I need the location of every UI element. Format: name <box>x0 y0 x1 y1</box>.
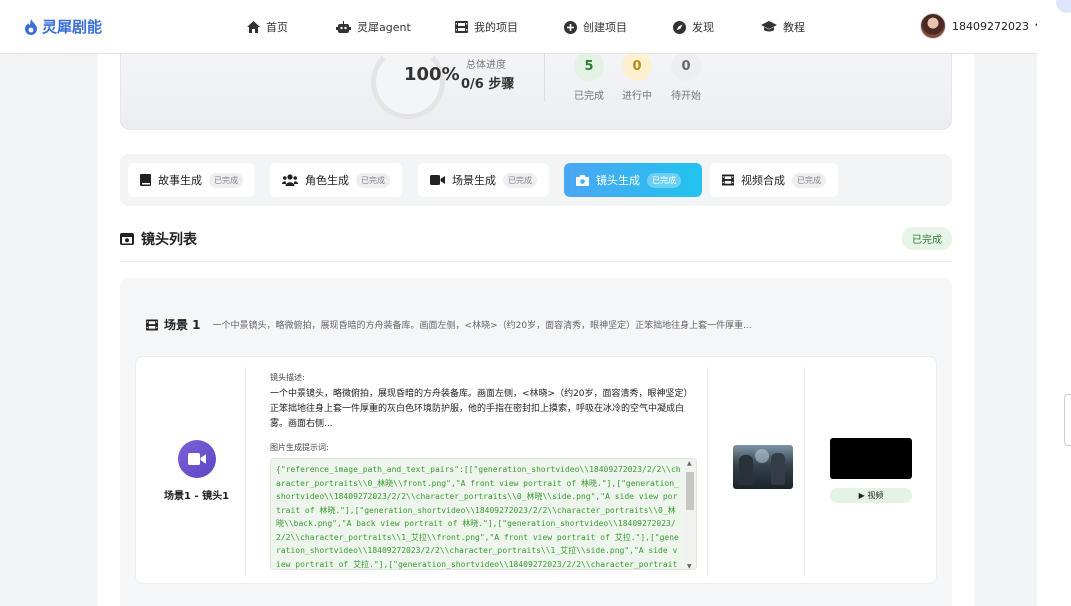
book-icon <box>140 174 151 186</box>
divider <box>245 367 246 577</box>
stat-in-progress-label: 进行中 <box>622 91 652 102</box>
camera-retro-icon <box>120 233 134 245</box>
shot-list-heading: 镜头列表 <box>120 229 197 249</box>
tab-label: 故事生成 <box>158 174 202 187</box>
divider <box>120 261 952 262</box>
plus-circle-icon <box>564 20 577 34</box>
tab-label: 场景生成 <box>452 174 496 187</box>
compass-icon <box>673 20 686 34</box>
flame-icon <box>25 18 37 35</box>
status-badge: 已完成 <box>503 172 537 188</box>
tab-shot-generation[interactable]: 镜头生成 已完成 <box>564 163 702 197</box>
top-navbar: 灵犀剧能 首页 灵犀agent 我的项目 创建项目 发现 教程 18409272… <box>0 0 1045 54</box>
camera-icon <box>576 174 589 186</box>
video-camera-icon <box>188 453 206 465</box>
scene-summary: 一个中景镜头，略微俯拍，展现昏暗的方舟装备库。画面左侧，<林晓>（约20岁，面容… <box>212 321 752 331</box>
scrollbar[interactable]: ▲ ▼ <box>684 459 696 569</box>
scrollbar-thumb[interactable] <box>686 472 694 510</box>
shot-avatar <box>178 440 216 478</box>
tab-label: 镜头生成 <box>596 174 640 187</box>
home-icon <box>247 21 260 33</box>
shot-label: 场景1 - 镜头1 <box>164 491 230 502</box>
total-progress-label: 总体进度 <box>466 60 506 71</box>
tab-character-generation[interactable]: 角色生成 已完成 <box>270 163 402 197</box>
image-prompt-text: {"reference_image_path_and_text_pairs":[… <box>276 465 681 569</box>
nav-label: 发现 <box>692 21 714 34</box>
brand-name: 灵犀剧能 <box>42 18 103 36</box>
tab-label: 视频合成 <box>741 174 785 187</box>
status-badge: 已完成 <box>647 172 681 188</box>
stat-pending-label: 待开始 <box>671 91 701 102</box>
user-id: 18409272023 <box>952 19 1029 33</box>
nav-label: 灵犀agent <box>357 21 411 34</box>
right-edge-strip <box>1037 0 1071 606</box>
floating-dot <box>1056 0 1071 13</box>
status-badge: 已完成 <box>902 227 952 250</box>
film-icon <box>722 174 734 186</box>
thumbnail-figure-right <box>771 453 785 485</box>
stat-in-progress-value: 0 <box>622 54 652 81</box>
step-tabs: 故事生成 已完成 角色生成 已完成 场景生成 已完成 镜头生成 已完成 视频合成… <box>120 154 952 206</box>
thumbnail-figure-left <box>739 455 753 485</box>
scroll-up-icon[interactable]: ▲ <box>687 460 692 467</box>
users-icon <box>282 174 298 186</box>
shot-description-label: 镜头描述: <box>270 373 305 382</box>
avatar <box>920 13 946 39</box>
tab-label: 角色生成 <box>305 174 349 187</box>
tab-video-composition[interactable]: 视频合成 已完成 <box>710 163 838 197</box>
video-preview[interactable] <box>830 438 912 479</box>
nav-item-create-project[interactable]: 创建项目 <box>564 19 627 35</box>
main-content: 100% 总体进度 0/6 步骤 5 已完成 0 进行中 0 待开始 故事生成 … <box>97 54 975 606</box>
scene-panel: 场景 1 一个中景镜头，略微俯拍，展现昏暗的方舟装备库。画面左侧，<林晓>（约2… <box>120 278 952 606</box>
tab-story-generation[interactable]: 故事生成 已完成 <box>128 163 255 197</box>
nav-item-home[interactable]: 首页 <box>247 19 288 35</box>
scene-header[interactable]: 场景 1 一个中景镜头，略微俯拍，展现昏暗的方舟装备库。画面左侧，<林晓>（约2… <box>146 316 752 333</box>
status-badge: 已完成 <box>792 172 826 188</box>
brand-logo[interactable]: 灵犀剧能 <box>24 16 102 37</box>
divider <box>804 367 805 577</box>
film-icon <box>146 318 158 331</box>
image-prompt-textarea[interactable]: {"reference_image_path_and_text_pairs":[… <box>270 458 697 570</box>
video-camera-icon <box>430 175 445 185</box>
film-icon <box>455 21 468 33</box>
nav-item-tutorial[interactable]: 教程 <box>761 19 805 35</box>
status-badge: 已完成 <box>209 172 243 188</box>
nav-label: 首页 <box>266 21 288 34</box>
robot-icon <box>336 21 351 33</box>
nav-label: 创建项目 <box>583 21 627 34</box>
scene-name: 场景 1 <box>164 318 201 332</box>
shot-image-thumbnail[interactable] <box>733 445 793 489</box>
progress-card: 100% 总体进度 0/6 步骤 5 已完成 0 进行中 0 待开始 <box>120 54 952 130</box>
total-steps-value: 0/6 步骤 <box>461 77 515 92</box>
stat-pending-value: 0 <box>671 54 701 81</box>
nav-item-agent[interactable]: 灵犀agent <box>336 19 411 35</box>
side-tab-handle[interactable] <box>1064 394 1071 446</box>
shot-list-title: 镜头列表 <box>141 232 197 248</box>
stat-completed-label: 已完成 <box>574 91 604 102</box>
shot-description: 一个中景镜头，略微俯拍，展现昏暗的方舟装备库。画面左侧，<林晓>（约20岁，面容… <box>270 389 693 429</box>
thumbnail-light <box>755 449 769 463</box>
stat-completed: 5 已完成 <box>569 54 609 102</box>
user-menu[interactable]: 18409272023 <box>920 13 1045 39</box>
stat-pending: 0 待开始 <box>666 54 706 102</box>
scroll-down-icon[interactable]: ▼ <box>687 563 692 569</box>
divider <box>544 54 545 101</box>
nav-label: 教程 <box>783 21 805 34</box>
nav-label: 我的项目 <box>474 21 518 34</box>
progress-percent: 100% <box>404 64 460 85</box>
stat-completed-value: 5 <box>574 54 604 81</box>
status-badge: 已完成 <box>356 172 390 188</box>
shot-card: 场景1 - 镜头1 镜头描述: 一个中景镜头，略微俯拍，展现昏暗的方舟装备库。画… <box>135 356 937 584</box>
divider <box>707 367 708 577</box>
image-prompt-label: 图片生成提示词: <box>270 443 329 452</box>
play-video-button[interactable]: ▶ 视频 <box>830 488 912 503</box>
nav-item-discover[interactable]: 发现 <box>673 19 714 35</box>
graduation-cap-icon <box>761 21 777 32</box>
tab-scene-generation[interactable]: 场景生成 已完成 <box>418 163 549 197</box>
stat-in-progress: 0 进行中 <box>617 54 657 102</box>
nav-item-my-projects[interactable]: 我的项目 <box>455 19 518 35</box>
